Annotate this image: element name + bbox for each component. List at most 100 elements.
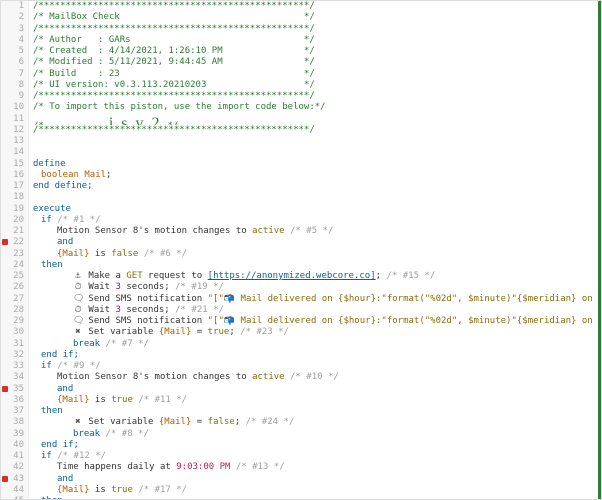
note: /* #1 */ (57, 215, 100, 225)
literal-true: true (111, 485, 133, 495)
cond-is: is (90, 485, 112, 495)
action-text: Wait (88, 282, 115, 292)
breakpoint-marker[interactable] (2, 386, 8, 392)
note: /* #23 */ (240, 327, 289, 337)
string-body: "["📬 Mail delivered on {$hour}:"format("… (208, 316, 598, 326)
punct: ; (229, 327, 234, 337)
action-text: Send SMS notification (88, 294, 207, 304)
code-editor: 1234567891011121314151617181920212223242… (0, 0, 602, 500)
http-method: GET (126, 271, 142, 281)
comment-ui: /* UI version: v0.3.113.20210203 */ (33, 80, 315, 90)
type-boolean: boolean (41, 170, 79, 180)
keyword-and: and (57, 384, 73, 394)
note: /* #19 */ (175, 282, 224, 292)
keyword-execute: execute (33, 204, 71, 214)
comment-build: /* Build : 23 */ (33, 69, 315, 79)
cond-text: 's motion changes to (138, 226, 252, 236)
var-ref: {Mail} (57, 395, 90, 405)
punct: ; (106, 170, 111, 180)
punct: ; (164, 282, 169, 292)
note: /* #5 */ (290, 226, 333, 236)
action-text: Set variable (88, 327, 158, 337)
comment-modified: /* Modified : 5/11/2021, 9:44:45 AM */ (33, 57, 315, 67)
cond-device: Motion Sensor 8 (57, 226, 138, 236)
punct: ; (164, 305, 169, 315)
clock-icon: ⏱ (73, 282, 83, 293)
action-text: seconds (121, 305, 164, 315)
action-text: request to (143, 271, 208, 281)
var-icon: ✖ (73, 417, 83, 428)
action-text: Wait (88, 305, 115, 315)
note: /* #12 */ (57, 451, 106, 461)
right-accent-bar (598, 1, 601, 499)
literal-false: false (208, 417, 235, 427)
note: /* #21 */ (175, 305, 224, 315)
var-mail: Mail (84, 170, 106, 180)
line-number-gutter: 1234567891011121314151617181920212223242… (1, 1, 29, 499)
literal-true: true (111, 395, 133, 405)
var-icon: ✖ (73, 327, 83, 338)
keyword-and: and (57, 474, 73, 484)
action-text: = (191, 327, 207, 337)
breakpoint-marker[interactable] (2, 239, 8, 245)
note: /* #7 */ (106, 339, 149, 349)
note: /* #13 */ (236, 462, 285, 472)
keyword-end-if: end if; (41, 440, 79, 450)
keyword-end-define: end define; (33, 181, 93, 191)
keyword-break: break (73, 339, 100, 349)
cond-is: is (90, 249, 112, 259)
keyword-then: then (41, 260, 63, 270)
bubble-icon: 🗨 (73, 294, 83, 305)
anchor-icon: ⚓ (73, 271, 83, 282)
url-link[interactable]: [https://anonymized.webcore.co] (208, 271, 376, 281)
keyword-end-if: end if; (41, 350, 79, 360)
var-ref: {Mail} (159, 417, 192, 427)
cond-value: active (252, 372, 285, 382)
comment: /***************************************… (33, 91, 315, 101)
note: /* #6 */ (144, 249, 187, 259)
action-text: Make a (88, 271, 126, 281)
comment: /***************************************… (33, 125, 315, 135)
breakpoint-marker[interactable] (2, 476, 8, 482)
note: /* #15 */ (386, 271, 435, 281)
bubble-icon: 🗨 (73, 316, 83, 327)
comment-title: /* MailBox Check */ (33, 12, 315, 22)
keyword-and: and (57, 237, 73, 247)
cond-device: Motion Sensor 8 (57, 372, 138, 382)
action-text: seconds (121, 282, 164, 292)
cond-text: happens daily at (79, 462, 177, 472)
comment-created: /* Created : 4/14/2021, 1:26:10 PM */ (33, 46, 315, 56)
keyword-if: if (41, 215, 52, 225)
note: /* #8 */ (106, 429, 149, 439)
cond-text: 's motion changes to (138, 372, 252, 382)
time-literal: 9:03:00 PM (176, 462, 230, 472)
comment: /***************************************… (33, 1, 315, 11)
cond-time: Time (57, 462, 79, 472)
var-ref: {Mail} (57, 485, 90, 495)
keyword-define: define (33, 159, 66, 169)
literal-true: true (208, 327, 230, 337)
note: /* #11 */ (138, 395, 187, 405)
keyword-then: then (41, 496, 63, 500)
comment: /***************************************… (33, 24, 315, 34)
punct: ; (376, 271, 381, 281)
keyword-if: if (41, 451, 52, 461)
action-text: Send SMS notification (88, 316, 207, 326)
cond-is: is (90, 395, 112, 405)
action-text: = (191, 417, 207, 427)
import-code: isv2 (109, 115, 168, 125)
note: /* #24 */ (246, 417, 295, 427)
comment-author: /* Author : GARs */ (33, 35, 315, 45)
string-body: "["📬 Mail delivered on {$hour}:"format("… (208, 294, 598, 304)
keyword-then: then (41, 406, 63, 416)
note: /* #9 */ (57, 361, 100, 371)
var-ref: {Mail} (159, 327, 192, 337)
code-body: /***************************************… (29, 1, 598, 499)
keyword-break: break (73, 429, 100, 439)
comment-import: /* To import this piston, use the import… (33, 102, 326, 112)
cond-value: active (252, 226, 285, 236)
clock-icon: ⏱ (73, 305, 83, 316)
keyword-if: if (41, 361, 52, 371)
var-ref: {Mail} (57, 249, 90, 259)
note: /* #10 */ (290, 372, 339, 382)
